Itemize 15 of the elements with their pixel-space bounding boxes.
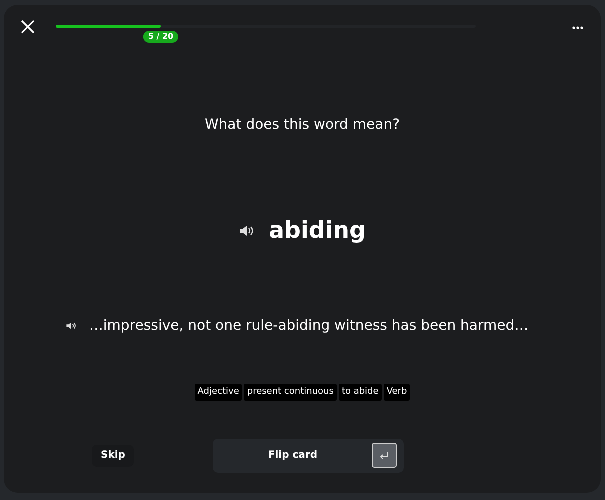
progress-counter: 5 / 20 (143, 31, 179, 43)
vocabulary-word: abiding (268, 217, 366, 246)
example-sentence: …impressive, not one rule-abiding witness has been harmed… (89, 316, 529, 336)
tag: Verb (384, 384, 410, 400)
more-icon[interactable] (572, 26, 584, 30)
flip-card-button[interactable]: Flip card (213, 438, 404, 472)
speaker-icon[interactable] (238, 224, 255, 238)
tag: to abide (338, 384, 382, 400)
tag: present continuous (244, 384, 337, 400)
skip-button[interactable]: Skip (92, 444, 134, 466)
return-key-icon (372, 443, 398, 468)
tag: Adjective (194, 384, 242, 400)
close-icon[interactable] (21, 20, 35, 34)
speaker-icon[interactable] (66, 321, 78, 331)
question-text: What does this word mean? (204, 116, 400, 135)
